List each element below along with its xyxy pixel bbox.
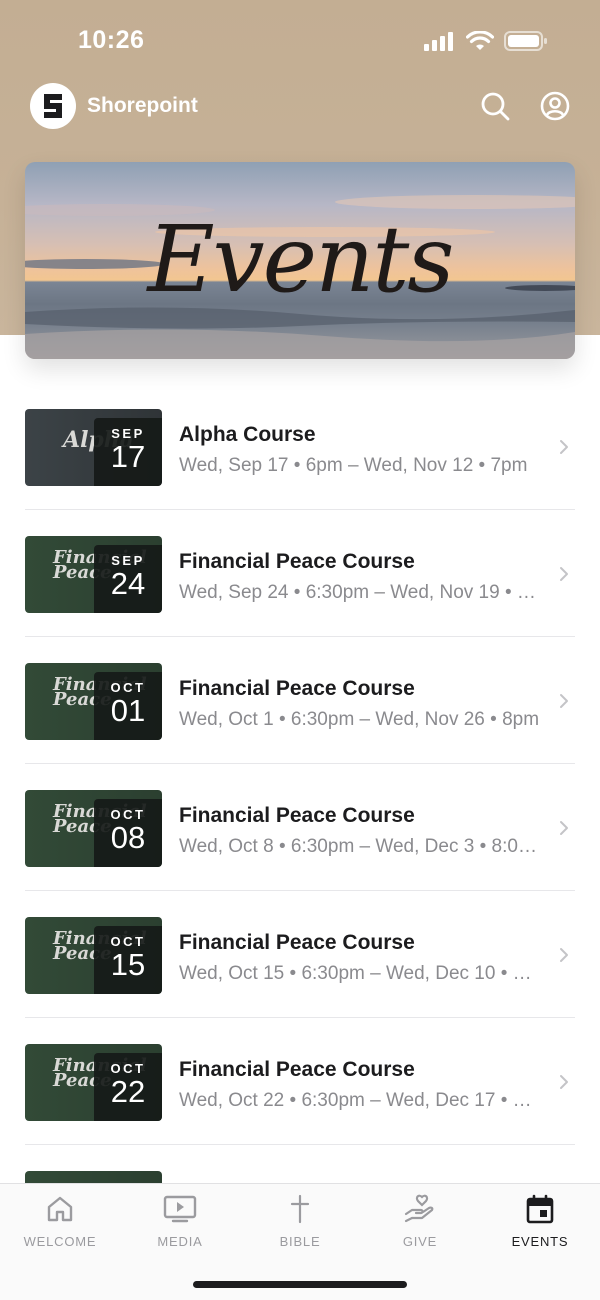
search-icon[interactable] <box>480 91 510 121</box>
chevron-right-icon <box>560 567 568 581</box>
status-icons <box>424 30 548 52</box>
event-thumbnail: Financial Peace OCT 15 <box>25 917 162 994</box>
event-schedule: Wed, Sep 24 • 6:30pm – Wed, Nov 19 • 8pm <box>179 582 541 603</box>
tab-label: EVENTS <box>511 1234 569 1249</box>
event-thumbnail: Financial Peace SEP 24 <box>25 536 162 613</box>
chevron-right-icon <box>560 694 568 708</box>
status-bar: 10:26 <box>0 0 600 80</box>
brand-name: Shorepoint <box>87 94 198 117</box>
event-schedule: Wed, Oct 1 • 6:30pm – Wed, Nov 26 • 8pm <box>179 709 540 730</box>
app-logo[interactable] <box>30 83 76 129</box>
event-schedule: Wed, Oct 15 • 6:30pm – Wed, Dec 10 • 8pm <box>179 963 541 984</box>
event-row[interactable]: Financial Peace OCT 15 Financial Peace C… <box>25 891 575 1018</box>
hero-title: Events <box>147 206 454 313</box>
event-thumbnail: Financial Peace OCT 22 <box>25 1044 162 1121</box>
cross-icon <box>290 1194 310 1224</box>
event-row[interactable]: Alpha SEP 17 Alpha Course Wed, Sep 17 • … <box>25 383 575 510</box>
event-date-badge: SEP 17 <box>94 418 162 486</box>
wifi-icon <box>466 31 494 50</box>
app-header: Shorepoint <box>30 82 570 130</box>
battery-icon <box>504 31 547 51</box>
home-icon <box>47 1196 73 1222</box>
events-list: Alpha SEP 17 Alpha Course Wed, Sep 17 • … <box>25 383 575 1272</box>
event-row[interactable]: Financial Peace OCT 08 Financial Peace C… <box>25 764 575 891</box>
event-date-badge: OCT 15 <box>94 926 162 994</box>
chevron-right-icon <box>560 948 568 962</box>
tab-media[interactable]: MEDIA <box>120 1184 240 1264</box>
tab-events[interactable]: EVENTS <box>480 1184 600 1264</box>
event-date-badge: OCT 22 <box>94 1053 162 1121</box>
profile-icon[interactable] <box>540 91 570 121</box>
give-icon <box>404 1194 434 1223</box>
calendar-icon <box>526 1194 554 1224</box>
event-day: 24 <box>110 566 146 601</box>
event-thumbnail: Financial Peace OCT 08 <box>25 790 162 867</box>
event-schedule: Wed, Oct 22 • 6:30pm – Wed, Dec 17 • 8pm <box>179 1090 541 1111</box>
event-thumbnail: Alpha SEP 17 <box>25 409 162 486</box>
media-icon <box>163 1195 197 1223</box>
tab-bar: WELCOME MEDIA BIBLE GIVE EVENTS <box>0 1183 600 1300</box>
tab-label: WELCOME <box>23 1234 97 1249</box>
event-title: Financial Peace Course <box>179 804 415 827</box>
event-day: 17 <box>110 439 146 474</box>
signal-icon <box>424 32 453 51</box>
event-day: 22 <box>110 1074 146 1109</box>
events-hero-banner: Events <box>25 162 575 359</box>
tab-bible[interactable]: BIBLE <box>240 1184 360 1264</box>
event-title: Financial Peace Course <box>179 677 415 700</box>
event-title: Financial Peace Course <box>179 1058 415 1081</box>
event-thumbnail: Financial Peace OCT 01 <box>25 663 162 740</box>
event-schedule: Wed, Sep 17 • 6pm – Wed, Nov 12 • 7pm <box>179 455 528 476</box>
event-row[interactable]: Financial Peace OCT 01 Financial Peace C… <box>25 637 575 764</box>
logo-icon <box>44 94 62 118</box>
chevron-right-icon <box>560 1075 568 1089</box>
event-day: 01 <box>110 693 146 728</box>
home-indicator[interactable] <box>193 1281 407 1288</box>
tab-label: GIVE <box>402 1234 438 1249</box>
tab-welcome[interactable]: WELCOME <box>0 1184 120 1264</box>
tab-label: MEDIA <box>157 1234 203 1249</box>
event-day: 15 <box>110 947 146 982</box>
tab-label: BIBLE <box>279 1234 321 1249</box>
chevron-right-icon <box>560 821 568 835</box>
event-date-badge: OCT 08 <box>94 799 162 867</box>
event-row[interactable]: Financial Peace SEP 24 Financial Peace C… <box>25 510 575 637</box>
event-title: Financial Peace Course <box>179 550 415 573</box>
event-title: Financial Peace Course <box>179 931 415 954</box>
tab-give[interactable]: GIVE <box>360 1184 480 1264</box>
status-time: 10:26 <box>78 26 145 54</box>
event-title: Alpha Course <box>179 423 316 446</box>
event-date-badge: SEP 24 <box>94 545 162 613</box>
chevron-right-icon <box>560 440 568 454</box>
event-schedule: Wed, Oct 8 • 6:30pm – Wed, Dec 3 • 8:00p… <box>179 836 541 857</box>
event-date-badge: OCT 01 <box>94 672 162 740</box>
event-row[interactable]: Financial Peace OCT 22 Financial Peace C… <box>25 1018 575 1145</box>
event-day: 08 <box>110 820 146 855</box>
